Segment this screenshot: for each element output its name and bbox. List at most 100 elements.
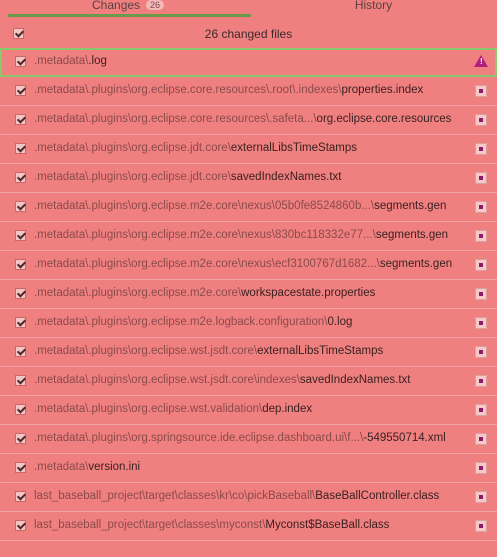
file-name: BaseBallController.class xyxy=(315,490,440,502)
file-directory: .metadata\.plugins\org.eclipse.jdt.core\ xyxy=(34,142,231,154)
file-row[interactable]: .metadata\.plugins\org.eclipse.m2e.logba… xyxy=(0,309,497,338)
file-row[interactable]: .metadata\.plugins\org.eclipse.wst.valid… xyxy=(0,396,497,425)
file-row[interactable]: .metadata\.plugins\org.eclipse.jdt.core\… xyxy=(0,135,497,164)
file-directory: .metadata\.plugins\org.eclipse.core.reso… xyxy=(34,84,342,96)
file-row[interactable]: .metadata\.plugins\org.eclipse.wst.jsdt.… xyxy=(0,367,497,396)
modified-icon xyxy=(475,520,487,532)
file-name: externalLibsTimeStamps xyxy=(230,142,358,154)
file-include-checkbox[interactable] xyxy=(15,462,26,473)
file-path: .metadata\.plugins\org.eclipse.m2e.core\… xyxy=(34,258,452,270)
file-name: .log xyxy=(88,55,107,67)
file-path: .metadata\.plugins\org.eclipse.wst.jsdt.… xyxy=(34,345,383,357)
file-row[interactable]: .metadata\.plugins\org.eclipse.jdt.core\… xyxy=(0,164,497,193)
file-directory: .metadata\.plugins\org.eclipse.wst.valid… xyxy=(34,403,263,415)
file-name: 0.log xyxy=(327,316,353,328)
file-name: externalLibsTimeStamps xyxy=(257,345,384,357)
file-row[interactable]: .metadata\.plugins\org.eclipse.m2e.core\… xyxy=(0,222,497,251)
file-path: .metadata\.plugins\org.eclipse.m2e.core\… xyxy=(34,200,446,212)
file-name: segments.gen xyxy=(374,200,447,212)
file-directory: .metadata\ xyxy=(34,55,89,67)
file-name: properties.index xyxy=(341,84,424,96)
file-name: segments.gen xyxy=(379,258,453,270)
file-directory: .metadata\ xyxy=(34,461,89,473)
file-row[interactable]: .metadata\.plugins\org.springsource.ide.… xyxy=(0,425,497,454)
file-row[interactable]: .metadata\.log xyxy=(0,48,497,77)
file-directory: .metadata\.plugins\org.eclipse.core.reso… xyxy=(34,113,317,125)
file-row[interactable]: .metadata\.plugins\org.eclipse.wst.jsdt.… xyxy=(0,338,497,367)
file-include-checkbox[interactable] xyxy=(15,230,26,241)
modified-icon xyxy=(475,230,487,242)
modified-icon xyxy=(475,143,487,155)
modified-icon xyxy=(475,114,487,126)
modified-icon xyxy=(475,172,487,184)
file-path: last_baseball_project\target\classes\myc… xyxy=(34,519,389,531)
file-row[interactable]: .metadata\.plugins\org.eclipse.m2e.core\… xyxy=(0,251,497,280)
file-include-checkbox[interactable] xyxy=(15,85,26,96)
file-include-checkbox[interactable] xyxy=(15,433,26,444)
changes-summary-row: 26 changed files xyxy=(0,20,497,48)
file-name: workspacestate.properties xyxy=(241,287,376,299)
file-include-checkbox[interactable] xyxy=(15,317,26,328)
file-row[interactable]: .metadata\.plugins\org.eclipse.core.reso… xyxy=(0,77,497,106)
file-include-checkbox[interactable] xyxy=(15,114,26,125)
file-path: last_baseball_project\target\classes\kr\… xyxy=(34,490,439,502)
modified-icon xyxy=(475,288,487,300)
file-include-checkbox[interactable] xyxy=(15,259,26,270)
file-path: .metadata\.plugins\org.eclipse.wst.valid… xyxy=(34,403,312,415)
file-path: .metadata\.plugins\org.eclipse.jdt.core\… xyxy=(34,142,357,154)
file-row[interactable]: .metadata\.plugins\org.eclipse.core.reso… xyxy=(0,106,497,135)
file-directory: .metadata\.plugins\org.eclipse.m2e.core\… xyxy=(34,229,376,241)
file-row[interactable]: .metadata\version.ini xyxy=(0,454,497,483)
changed-files-count: 26 changed files xyxy=(204,27,293,41)
modified-icon xyxy=(475,404,487,416)
modified-icon xyxy=(475,433,487,445)
file-directory: .metadata\.plugins\org.eclipse.m2e.logba… xyxy=(34,316,328,328)
tab-history[interactable]: History xyxy=(250,0,497,18)
file-name: savedIndexNames.txt xyxy=(299,374,411,386)
file-directory: .metadata\.plugins\org.eclipse.jdt.core\ xyxy=(34,171,231,183)
file-include-checkbox[interactable] xyxy=(15,375,26,386)
file-row[interactable]: .metadata\.plugins\org.eclipse.m2e.core\… xyxy=(0,193,497,222)
file-path: .metadata\.plugins\org.eclipse.core.reso… xyxy=(34,113,451,125)
file-include-checkbox[interactable] xyxy=(15,143,26,154)
file-include-checkbox[interactable] xyxy=(15,201,26,212)
file-path: .metadata\.plugins\org.eclipse.m2e.logba… xyxy=(34,316,352,328)
file-row[interactable]: last_baseball_project\target\classes\kr\… xyxy=(0,483,497,512)
modified-icon xyxy=(475,491,487,503)
file-path: .metadata\.plugins\org.springsource.ide.… xyxy=(34,432,446,444)
file-path: .metadata\.plugins\org.eclipse.m2e.core\… xyxy=(34,229,448,241)
file-directory: .metadata\.plugins\org.eclipse.m2e.core\ xyxy=(34,287,242,299)
modified-icon xyxy=(475,317,487,329)
file-directory: .metadata\.plugins\org.eclipse.wst.jsdt.… xyxy=(34,374,300,386)
file-directory: last_baseball_project\target\classes\kr\… xyxy=(34,490,316,502)
tab-history-label: History xyxy=(354,0,393,12)
file-include-checkbox[interactable] xyxy=(15,491,26,502)
file-name: Myconst$BaseBall.class xyxy=(265,519,390,531)
file-path: .metadata\.log xyxy=(34,55,107,67)
file-include-checkbox[interactable] xyxy=(15,346,26,357)
file-row[interactable]: last_baseball_project\target\classes\myc… xyxy=(0,512,497,541)
file-include-checkbox[interactable] xyxy=(15,56,26,67)
file-name: dep.index xyxy=(262,403,313,415)
file-name: segments.gen xyxy=(375,229,449,241)
modified-icon xyxy=(475,462,487,474)
file-path: .metadata\.plugins\org.eclipse.m2e.core\… xyxy=(34,287,375,299)
file-name: -549550714.xml xyxy=(363,432,446,444)
active-tab-indicator xyxy=(8,14,251,17)
modified-icon xyxy=(475,201,487,213)
modified-icon xyxy=(475,259,487,271)
file-row[interactable]: .metadata\.plugins\org.eclipse.m2e.core\… xyxy=(0,280,497,309)
file-directory: .metadata\.plugins\org.eclipse.wst.jsdt.… xyxy=(34,345,258,357)
file-include-checkbox[interactable] xyxy=(15,288,26,299)
file-name: savedIndexNames.txt xyxy=(230,171,342,183)
file-include-checkbox[interactable] xyxy=(15,404,26,415)
file-include-checkbox[interactable] xyxy=(15,520,26,531)
file-path: .metadata\.plugins\org.eclipse.core.reso… xyxy=(34,84,423,96)
file-directory: .metadata\.plugins\org.eclipse.m2e.core\… xyxy=(34,258,380,270)
file-path: .metadata\.plugins\org.eclipse.jdt.core\… xyxy=(34,171,341,183)
modified-icon xyxy=(475,346,487,358)
file-directory: last_baseball_project\target\classes\myc… xyxy=(34,519,266,531)
file-include-checkbox[interactable] xyxy=(15,172,26,183)
file-name: org.eclipse.core.resources xyxy=(316,113,452,125)
tab-changes-label: Changes xyxy=(92,0,141,12)
